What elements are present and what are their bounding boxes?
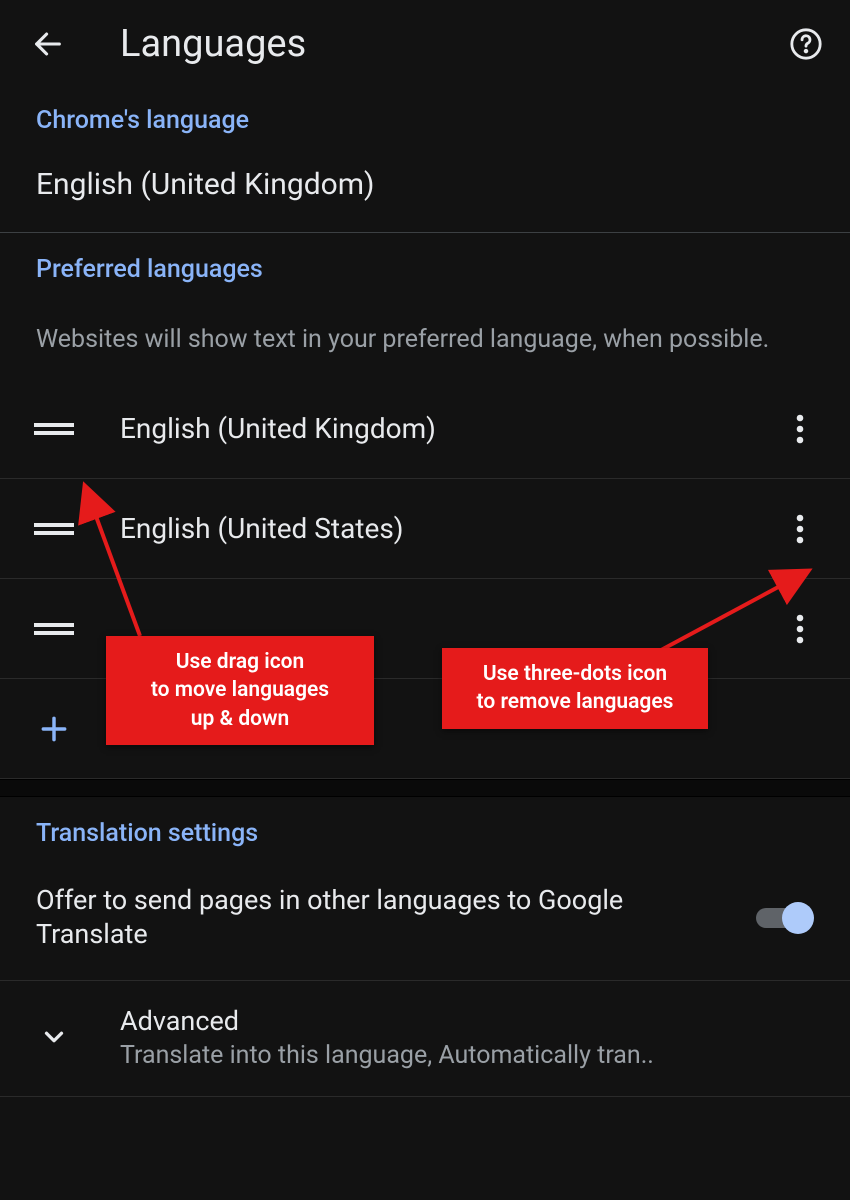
more-options-button[interactable] (778, 507, 822, 551)
section-heading-translation: Translation settings (0, 797, 850, 858)
translate-offer-toggle[interactable] (756, 902, 814, 934)
advanced-title: Advanced (120, 1005, 814, 1037)
help-button[interactable] (786, 24, 826, 64)
language-row: English (United Kingdom) (0, 379, 850, 479)
page-title: Languages (120, 22, 786, 66)
chevron-down-icon (24, 1022, 84, 1052)
more-options-button[interactable] (778, 407, 822, 451)
drag-handle-icon[interactable] (24, 420, 84, 438)
translate-offer-row: Offer to send pages in other languages t… (0, 858, 850, 981)
advanced-row[interactable]: Advanced Translate into this language, A… (0, 981, 850, 1097)
translate-offer-label: Offer to send pages in other languages t… (36, 884, 756, 952)
language-name: English (United Kingdom) (120, 412, 778, 445)
language-name: English (United States) (120, 512, 778, 545)
preferred-description: Websites will show text in your preferre… (0, 294, 850, 379)
advanced-subtitle: Translate into this language, Automatica… (120, 1041, 780, 1070)
section-heading-chrome-language: Chrome's language (0, 92, 850, 145)
annotation-drag-callout: Use drag icon to move languages up & dow… (106, 636, 374, 745)
chrome-language-value[interactable]: English (United Kingdom) (0, 145, 850, 232)
annotation-arrow (70, 490, 190, 650)
section-gap (0, 779, 850, 797)
section-heading-preferred: Preferred languages (0, 233, 850, 294)
back-button[interactable] (24, 20, 72, 68)
annotation-dots-callout: Use three-dots icon to remove languages (442, 648, 708, 729)
plus-icon (24, 713, 84, 745)
